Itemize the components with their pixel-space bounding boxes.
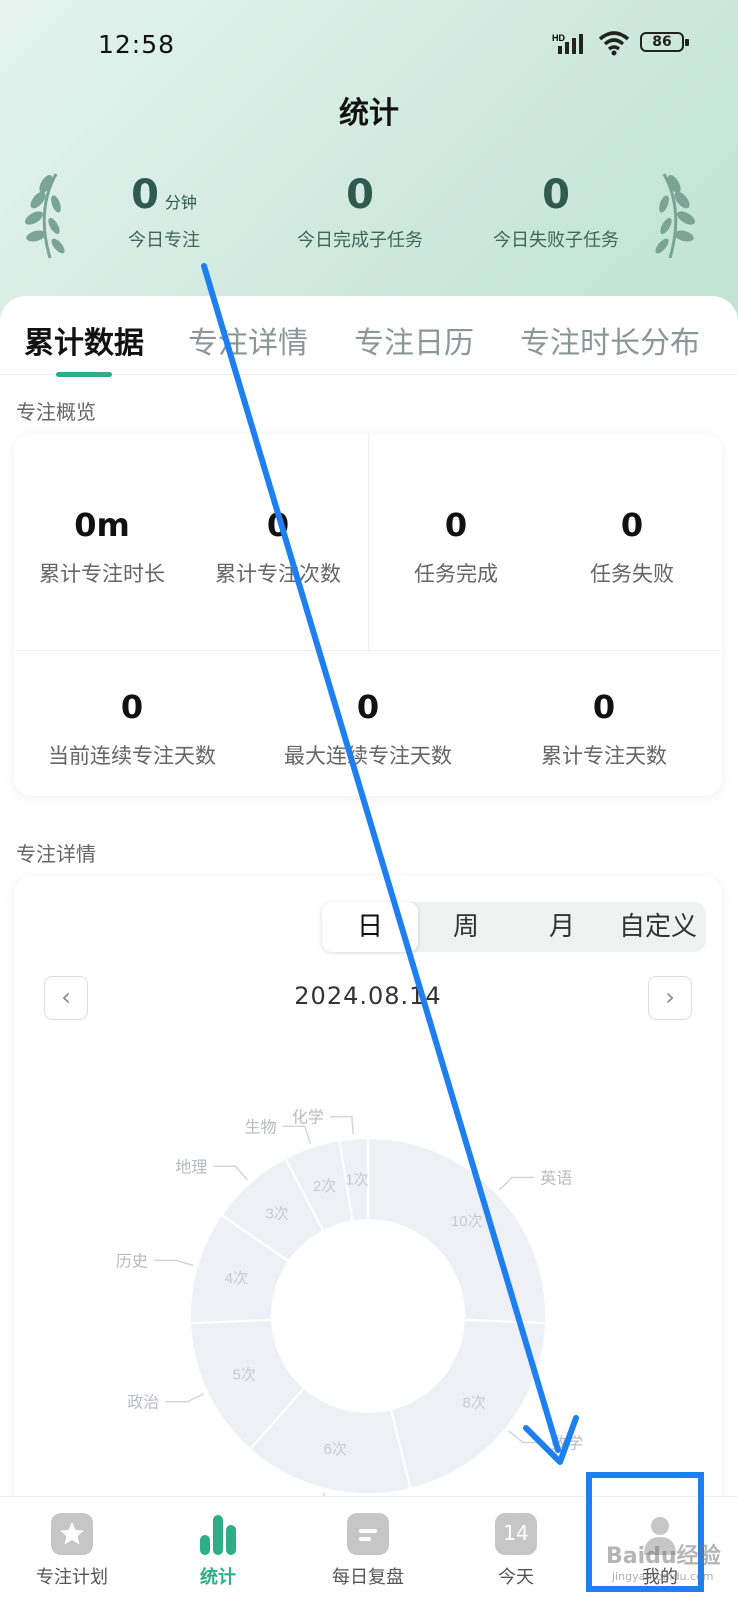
laurel-left-icon xyxy=(24,173,65,259)
current-streak-value: 0 xyxy=(120,688,144,726)
today-completed-value: 0 xyxy=(346,172,374,218)
nav-today[interactable]: 14 今天 xyxy=(456,1513,576,1589)
slice-leader-line xyxy=(508,1430,545,1444)
slice-value-label: 2次 xyxy=(313,1178,336,1195)
status-bar: 12:58 HD 86 xyxy=(0,24,738,64)
slice-category-label: 化学 xyxy=(292,1109,324,1127)
current-streak-days: 0 当前连续专注天数 xyxy=(14,688,250,770)
tasks-failed-value: 0 xyxy=(620,506,644,544)
slice-value-label: 1次 xyxy=(345,1171,368,1188)
slice-category-label: 数学 xyxy=(551,1434,583,1452)
today-completed-label: 今日完成子任务 xyxy=(297,230,423,251)
battery-icon: 86 xyxy=(640,32,689,52)
person-icon xyxy=(639,1513,681,1555)
total-focus-days-label: 累计专注天数 xyxy=(541,744,667,768)
slice-value-label: 6次 xyxy=(324,1441,347,1458)
slice-category-label: 政治 xyxy=(127,1394,159,1412)
overview-title: 专注概览 xyxy=(16,400,96,424)
nav-focus-plan[interactable]: 专注计划 xyxy=(12,1513,132,1589)
bar-chart-icon xyxy=(197,1513,239,1555)
max-streak-value: 0 xyxy=(356,688,380,726)
star-bookmark-icon xyxy=(51,1513,93,1555)
cell-signal-icon: HD xyxy=(552,33,583,54)
slice-category-label: 地理 xyxy=(175,1158,207,1176)
slice-category-label: 生物 xyxy=(245,1118,277,1136)
tab-focus-calendar[interactable]: 专注日历 xyxy=(354,318,474,362)
tasks-failed: 0 任务失败 xyxy=(544,506,720,588)
nav-statistics-label: 统计 xyxy=(200,1567,236,1588)
current-streak-label: 当前连续专注天数 xyxy=(48,744,216,768)
slice-leader-line xyxy=(153,1259,194,1267)
content-sheet: 累计数据 专注详情 专注日历 专注时长分布 专注概览 0m 累计专注时长 0 累… xyxy=(0,296,738,1600)
wifi-icon xyxy=(598,31,630,56)
note-icon xyxy=(347,1513,389,1555)
nav-mine-label: 我的 xyxy=(642,1567,678,1588)
network-type: HD xyxy=(552,33,565,43)
nav-daily-review[interactable]: 每日复盘 xyxy=(308,1513,428,1589)
overview-card: 0m 累计专注时长 0 累计专注次数 0 任务完成 0 任务失败 0 当前连续专… xyxy=(14,434,722,796)
today-focus-stat: 0 分钟 今日专注 xyxy=(64,172,264,252)
laurel-right-icon xyxy=(655,173,696,259)
donut-slice xyxy=(367,1136,547,1325)
tasks-completed-value: 0 xyxy=(444,506,468,544)
tab-bar: 累计数据 专注详情 专注日历 专注时长分布 xyxy=(0,308,738,377)
today-completed-stat: 0 今日完成子任务 xyxy=(260,172,460,252)
max-streak-days: 0 最大连续专注天数 xyxy=(250,688,486,770)
total-focus-count: 0 累计专注次数 xyxy=(190,506,366,588)
today-focus-unit: 分钟 xyxy=(164,193,197,212)
slice-leader-line xyxy=(498,1176,535,1191)
nav-mine[interactable]: 我的 xyxy=(600,1513,720,1589)
tab-duration-distribution[interactable]: 专注时长分布 xyxy=(520,318,700,362)
slice-value-label: 3次 xyxy=(265,1205,288,1222)
today-failed-value: 0 xyxy=(542,172,570,218)
slice-category-label: 英语 xyxy=(540,1169,572,1187)
nav-today-label: 今天 xyxy=(498,1567,534,1588)
slice-leader-line xyxy=(282,1125,312,1144)
total-focus-days-value: 0 xyxy=(592,688,616,726)
total-focus-duration: 0m 累计专注时长 xyxy=(14,506,190,588)
today-failed-stat: 0 今日失败子任务 xyxy=(456,172,656,252)
tasks-failed-label: 任务失败 xyxy=(590,562,674,586)
tasks-completed-label: 任务完成 xyxy=(414,562,498,586)
slice-category-label: 历史 xyxy=(116,1252,148,1270)
tab-focus-details[interactable]: 专注详情 xyxy=(188,318,308,362)
nav-statistics[interactable]: 统计 xyxy=(158,1513,278,1589)
total-focus-days: 0 累计专注天数 xyxy=(486,688,722,770)
nav-daily-review-label: 每日复盘 xyxy=(332,1567,404,1588)
status-time: 12:58 xyxy=(98,30,176,59)
focus-distribution-donut-chart: 10次英语8次数学6次语文5次政治4次历史3次地理2次生物1次化学 xyxy=(116,1109,583,1516)
today-focus-label: 今日专注 xyxy=(128,230,200,251)
total-focus-count-label: 累计专注次数 xyxy=(215,562,341,586)
nav-focus-plan-label: 专注计划 xyxy=(36,1567,108,1588)
details-card: 日 周 月 自定义 ‹ 2024.08.14 › 10次英语8次数学6次语文5次… xyxy=(14,876,722,1516)
details-title: 专注详情 xyxy=(16,842,96,866)
page-title: 统计 xyxy=(339,96,399,131)
divider xyxy=(14,650,722,651)
tab-indicator xyxy=(56,372,112,377)
slice-leader-line xyxy=(213,1165,248,1181)
slice-leader-line xyxy=(329,1115,355,1135)
total-focus-duration-value: 0m xyxy=(74,506,130,544)
today-focus-value: 0 xyxy=(131,172,159,218)
total-focus-duration-label: 累计专注时长 xyxy=(39,562,165,586)
total-focus-count-value: 0 xyxy=(266,506,290,544)
tab-cumulative-data[interactable]: 累计数据 xyxy=(24,318,144,362)
slice-leader-line xyxy=(165,1393,204,1403)
slice-value-label: 8次 xyxy=(462,1395,485,1412)
slice-value-label: 10次 xyxy=(451,1213,483,1230)
bottom-navigation: 专注计划 统计 每日复盘 14 今天 我的 xyxy=(0,1496,738,1601)
slice-value-label: 4次 xyxy=(225,1270,248,1287)
tasks-completed: 0 任务完成 xyxy=(368,506,544,588)
calendar-icon: 14 xyxy=(495,1513,537,1555)
today-failed-label: 今日失败子任务 xyxy=(493,230,619,251)
max-streak-label: 最大连续专注天数 xyxy=(284,744,452,768)
calendar-day-badge: 14 xyxy=(503,1521,529,1545)
slice-value-label: 5次 xyxy=(233,1367,256,1384)
